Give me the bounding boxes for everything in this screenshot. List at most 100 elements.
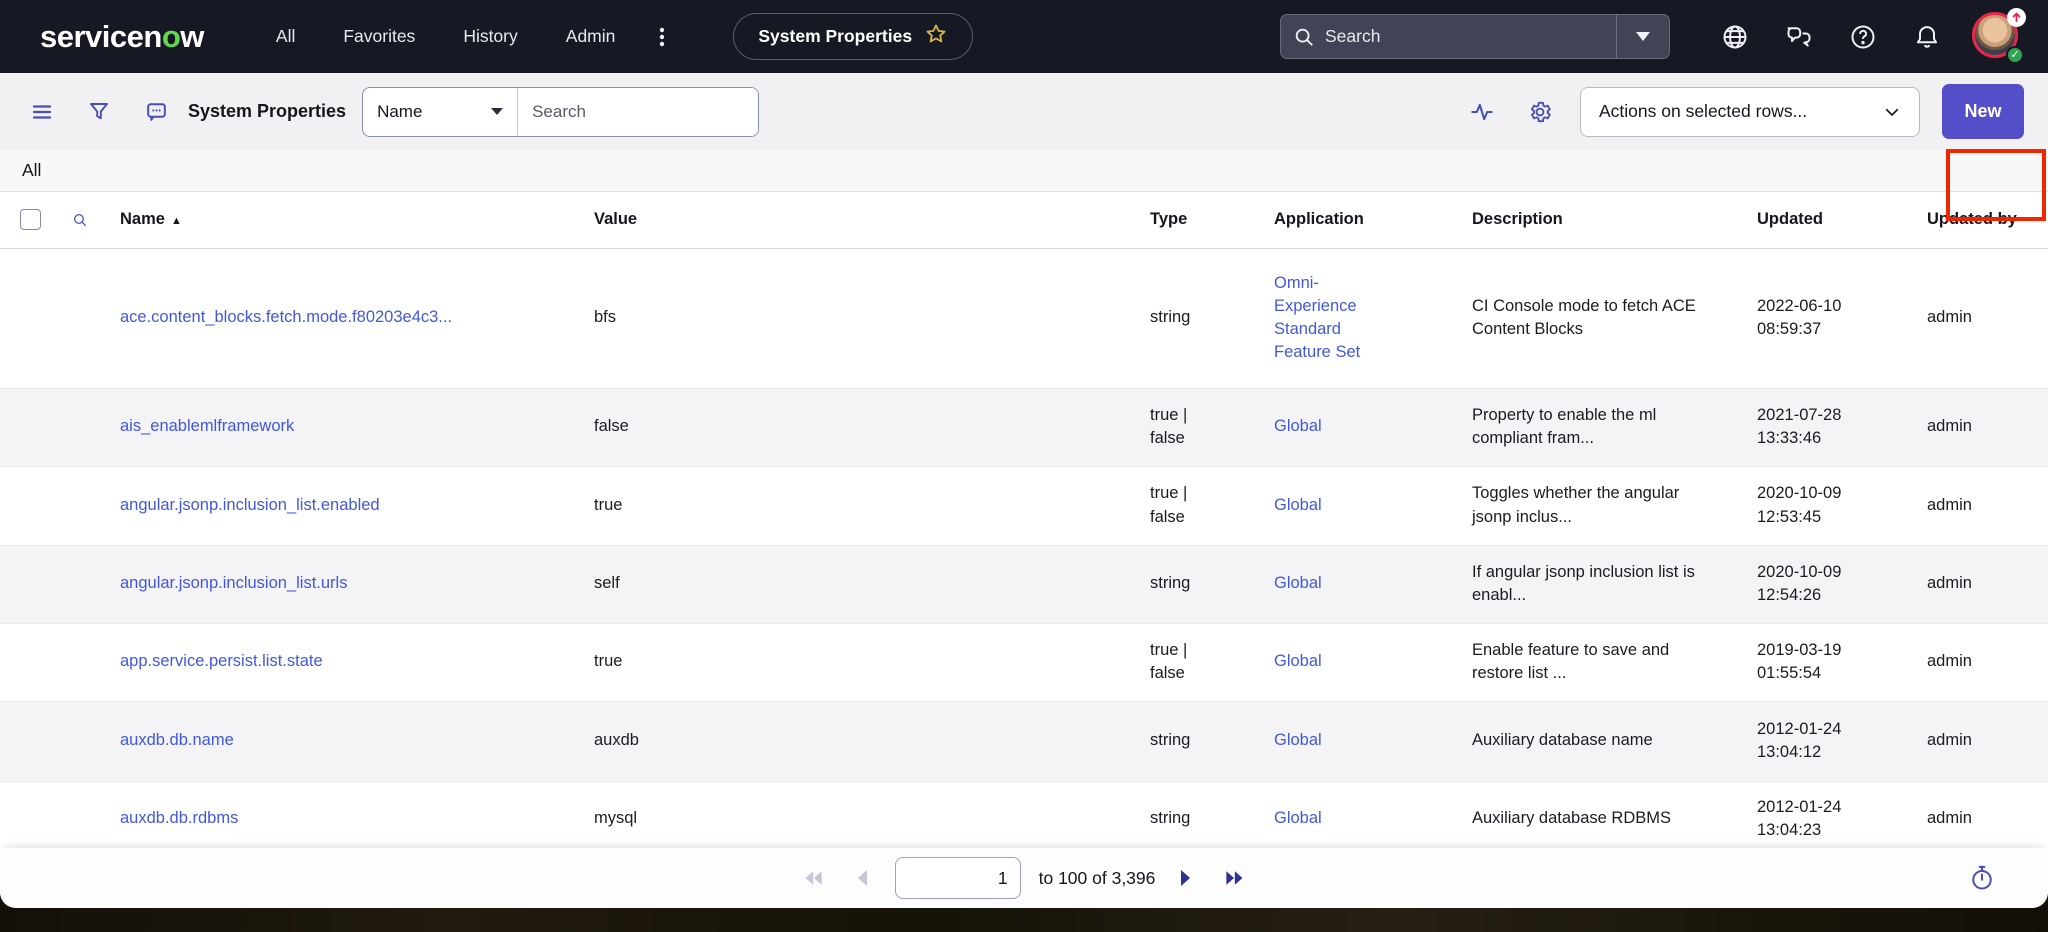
application-link[interactable]: Global — [1274, 494, 1322, 517]
gear-icon[interactable] — [1522, 94, 1558, 130]
column-header-application[interactable]: Application — [1258, 192, 1456, 248]
servicenow-logo[interactable]: servicenow — [40, 19, 204, 55]
property-description: Toggles whether the angular jsonp inclus… — [1472, 482, 1697, 528]
property-updated: 2020-10-09 12:54:26 — [1757, 563, 1841, 604]
favorite-star-icon[interactable] — [924, 22, 948, 51]
property-value: mysql — [594, 809, 637, 827]
property-name-link[interactable]: angular.jsonp.inclusion_list.enabled — [120, 496, 380, 514]
sort-ascending-icon: ▲ — [171, 215, 182, 227]
next-page-icon[interactable] — [1169, 861, 1203, 895]
column-header-value[interactable]: Value — [578, 192, 1134, 248]
column-header-type[interactable]: Type — [1134, 192, 1258, 248]
globe-icon[interactable] — [1718, 20, 1752, 54]
help-icon[interactable] — [1846, 20, 1880, 54]
toolbar-right-controls: Actions on selected rows... New — [1464, 84, 2024, 139]
pagination-footer: to 100 of 3,396 — [0, 848, 2048, 908]
row-search-cell — [56, 701, 104, 781]
property-updated-by: admin — [1927, 308, 1972, 326]
property-updated-by: admin — [1927, 809, 1972, 827]
toolbar-left-icons — [24, 94, 174, 130]
row-search-cell — [56, 623, 104, 701]
application-link[interactable]: Global — [1274, 650, 1322, 673]
property-name-link[interactable]: ace.content_blocks.fetch.mode.f80203e4c3… — [120, 308, 452, 326]
application-link[interactable]: Global — [1274, 415, 1322, 438]
activity-stream-pulse-icon[interactable] — [1464, 94, 1500, 130]
breadcrumb-all[interactable]: All — [22, 160, 41, 181]
property-updated: 2021-07-28 13:33:46 — [1757, 406, 1841, 447]
property-description: Property to enable the ml compliant fram… — [1472, 404, 1697, 450]
column-header-description[interactable]: Description — [1456, 192, 1741, 248]
logo-green-o: o — [162, 19, 180, 54]
actions-on-selected-rows-dropdown[interactable]: Actions on selected rows... — [1580, 87, 1920, 137]
property-type: string — [1150, 306, 1190, 329]
table-row: ais_enablemlframework false true | false… — [0, 388, 2048, 466]
property-type: true | false — [1150, 639, 1216, 685]
property-name-link[interactable]: app.service.persist.list.state — [120, 652, 323, 670]
search-icon — [1293, 26, 1315, 48]
previous-page-icon[interactable] — [845, 861, 879, 895]
notifications-bell-icon[interactable] — [1910, 20, 1944, 54]
column-header-updated[interactable]: Updated — [1741, 192, 1911, 248]
pill-title: System Properties — [758, 26, 912, 47]
table-row: auxdb.db.rdbms mysql string Global Auxil… — [0, 781, 2048, 856]
column-header-updated-by[interactable]: Updated by — [1911, 192, 2048, 248]
nav-item-history[interactable]: History — [463, 26, 517, 47]
row-select-cell — [0, 248, 56, 388]
property-updated: 2020-10-09 12:53:45 — [1757, 484, 1841, 525]
nav-item-admin[interactable]: Admin — [566, 26, 616, 47]
list-search-control: Name — [362, 87, 759, 137]
table-row: app.service.persist.list.state true true… — [0, 623, 2048, 701]
row-search-cell — [56, 466, 104, 545]
first-page-icon[interactable] — [797, 861, 831, 895]
application-link[interactable]: Global — [1274, 729, 1322, 752]
chevron-down-icon — [1636, 32, 1650, 41]
system-properties-table: Name▲ Value Type Application Description… — [0, 192, 2048, 857]
select-all-checkbox[interactable] — [20, 209, 41, 230]
content-panel: System Properties Name Actions on select… — [0, 73, 2048, 908]
search-scope-dropdown[interactable] — [1617, 15, 1669, 58]
list-menu-hamburger-icon[interactable] — [24, 94, 60, 130]
user-avatar[interactable]: ✓ — [1972, 12, 2022, 62]
column-search-icon[interactable] — [72, 209, 88, 231]
application-link[interactable]: Global — [1274, 807, 1322, 830]
property-description: Enable feature to save and restore list … — [1472, 639, 1697, 685]
breadcrumb: All — [0, 150, 2048, 192]
current-page-pill[interactable]: System Properties — [733, 13, 973, 60]
list-search-input[interactable] — [518, 88, 758, 136]
chevron-down-icon — [491, 108, 503, 115]
chat-icon[interactable] — [1782, 20, 1816, 54]
row-range-label: to 100 of 3,396 — [1039, 868, 1156, 889]
property-updated: 2019-03-19 01:55:54 — [1757, 641, 1841, 682]
presence-available-icon: ✓ — [2006, 46, 2024, 64]
filter-funnel-icon[interactable] — [81, 94, 117, 130]
more-options-kebab-icon[interactable] — [645, 20, 679, 54]
row-search-cell — [56, 545, 104, 623]
page-number-input[interactable] — [895, 857, 1021, 899]
application-link[interactable]: Global — [1274, 572, 1322, 595]
response-time-stopwatch-icon[interactable] — [1964, 860, 2000, 896]
search-field-selector[interactable]: Name — [363, 88, 518, 136]
property-name-link[interactable]: ais_enablemlframework — [120, 417, 294, 435]
global-search-input[interactable] — [1315, 26, 1616, 47]
nav-item-favorites[interactable]: Favorites — [343, 26, 415, 47]
property-name-link[interactable]: auxdb.db.rdbms — [120, 809, 238, 827]
table-row: auxdb.db.name auxdb string Global Auxili… — [0, 701, 2048, 781]
property-name-link[interactable]: auxdb.db.name — [120, 731, 234, 749]
property-updated: 2022-06-10 08:59:37 — [1757, 297, 1841, 338]
nav-item-all[interactable]: All — [276, 26, 295, 47]
property-type: string — [1150, 572, 1190, 595]
row-search-cell — [56, 248, 104, 388]
property-name-link[interactable]: angular.jsonp.inclusion_list.urls — [120, 574, 347, 592]
application-link[interactable]: Omni-Experience Standard Feature Set — [1274, 272, 1382, 364]
table-row: ace.content_blocks.fetch.mode.f80203e4c3… — [0, 248, 2048, 388]
pager-controls: to 100 of 3,396 — [797, 857, 1252, 899]
property-updated-by: admin — [1927, 652, 1972, 670]
top-navigation-bar: servicenow All Favorites History Admin S… — [0, 0, 2048, 73]
property-type: string — [1150, 729, 1190, 752]
primary-nav-menu: All Favorites History Admin — [276, 26, 615, 47]
property-value: auxdb — [594, 731, 639, 749]
new-button[interactable]: New — [1942, 84, 2024, 139]
comments-bubble-icon[interactable] — [138, 94, 174, 130]
last-page-icon[interactable] — [1217, 861, 1251, 895]
column-header-name[interactable]: Name▲ — [104, 192, 578, 248]
